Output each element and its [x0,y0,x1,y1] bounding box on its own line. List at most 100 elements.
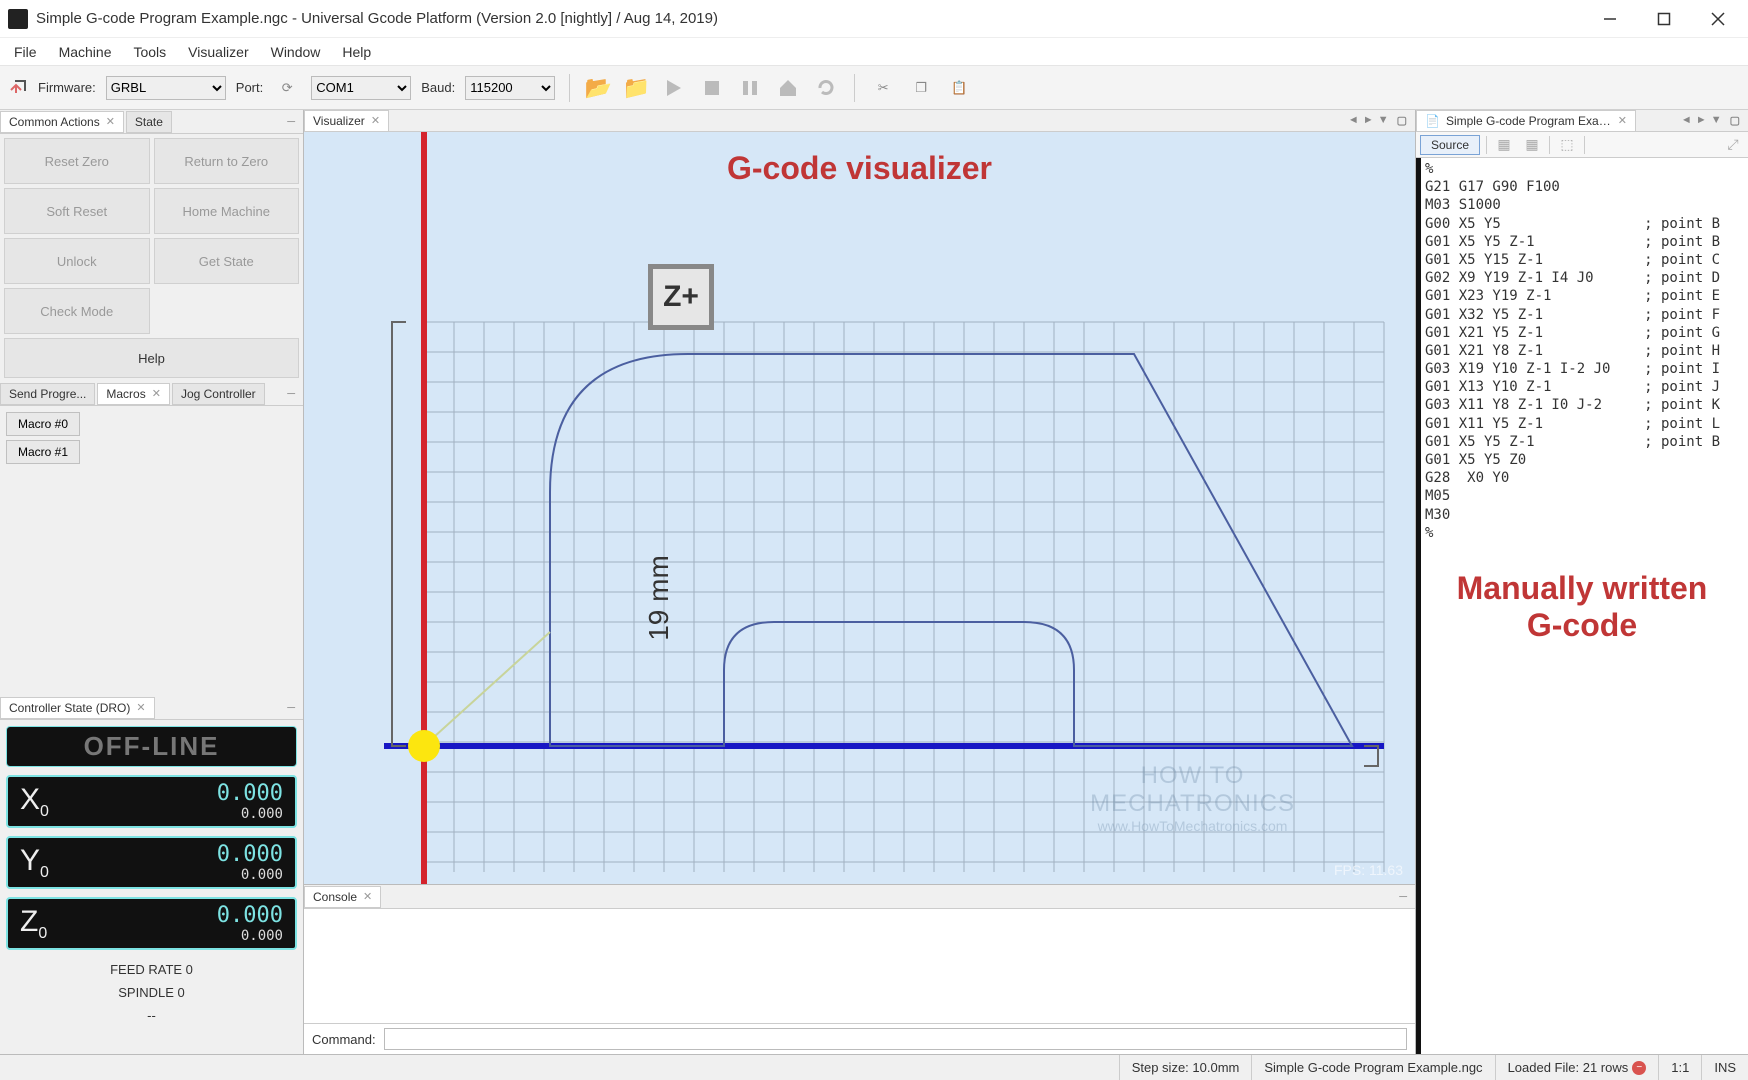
dro-y-work: 0.000 [217,842,283,867]
tab-send-progress[interactable]: Send Progre... [0,383,95,405]
tab-controller-state-dro[interactable]: Controller State (DRO)✕ [0,697,155,719]
watermark: HOW TOMECHATRONICS www.HowToMechatronics… [1090,762,1295,834]
left-dro-tabs: Controller State (DRO)✕ ─ [0,696,303,720]
source-annotation-2: G-code [1432,607,1732,644]
cut-icon[interactable]: ✂ [869,74,897,102]
panel-minimize[interactable]: ─ [283,388,299,400]
tab-source-file[interactable]: 📄 Simple G-code Program Example.ngc ✕ [1416,110,1636,132]
paste-icon[interactable]: 📋 [945,74,973,102]
file-icon: 📄 [1425,114,1440,128]
play-icon[interactable] [660,74,688,102]
menu-window[interactable]: Window [261,40,331,64]
firmware-label: Firmware: [38,80,96,95]
return-to-zero-button[interactable]: Return to Zero [154,138,300,184]
close-icon[interactable]: ✕ [1618,114,1627,127]
menu-machine[interactable]: Machine [49,40,122,64]
copy-icon[interactable]: ❐ [907,74,935,102]
status-ins: INS [1701,1055,1748,1080]
firmware-select[interactable]: GRBL [106,76,226,100]
source-tool-2-icon[interactable]: ▦ [1521,135,1543,155]
tab-dropdown-icon[interactable]: ▼ [1378,114,1389,127]
panel-maximize[interactable]: ▢ [1393,114,1411,127]
home-machine-button[interactable]: Home Machine [154,188,300,234]
dro-x-row[interactable]: X0 0.0000.000 [6,775,297,828]
macro-0-button[interactable]: Macro #0 [6,412,80,436]
panel-minimize[interactable]: ─ [1395,891,1411,903]
panel-minimize[interactable]: ─ [283,702,299,714]
tab-nav-left-icon[interactable]: ◄ [1681,114,1692,127]
source-annotation-1: Manually written [1432,570,1732,607]
close-icon[interactable]: ✕ [363,890,372,903]
help-button[interactable]: Help [4,338,299,378]
unlock-button[interactable]: Unlock [4,238,150,284]
menu-file[interactable]: File [4,40,47,64]
baud-select[interactable]: 115200 [465,76,555,100]
source-expand-icon[interactable]: ⤢ [1722,135,1744,155]
tab-nav-right-icon[interactable]: ► [1363,114,1374,127]
home-icon[interactable] [774,74,802,102]
dro-z-work: 0.000 [217,903,283,928]
window-title: Simple G-code Program Example.ngc - Univ… [36,10,1584,27]
panel-maximize[interactable]: ▢ [1726,114,1744,127]
statusbar: Step size: 10.0mm Simple G-code Program … [0,1054,1748,1080]
window-close[interactable] [1692,3,1744,35]
close-icon[interactable]: ✕ [106,115,115,128]
left-top-tabs: Common Actions✕ State ─ [0,110,303,134]
status-step-size: Step size: 10.0mm [1119,1055,1252,1080]
reset-zero-button[interactable]: Reset Zero [4,138,150,184]
tab-macros[interactable]: Macros✕ [97,383,170,405]
menu-visualizer[interactable]: Visualizer [178,40,258,64]
open-file-icon[interactable]: 📂 [584,74,612,102]
tab-nav-left-icon[interactable]: ◄ [1348,114,1359,127]
window-maximize[interactable] [1638,3,1690,35]
visualizer-canvas[interactable]: G-code visualizer Z+ 19 mm 32 mm 1 mm HO… [304,132,1415,884]
fps-counter: FPS: 11.63 [1334,862,1403,878]
tab-visualizer[interactable]: Visualizer✕ [304,110,389,132]
panel-minimize[interactable]: ─ [283,116,299,128]
tab-dropdown-icon[interactable]: ▼ [1711,114,1722,127]
stop-icon[interactable] [698,74,726,102]
soft-reset-button[interactable]: Soft Reset [4,188,150,234]
dro-status: OFF-LINE [6,726,297,767]
window-minimize[interactable] [1584,3,1636,35]
left-mid-tabs: Send Progre... Macros✕ Jog Controller ─ [0,382,303,406]
separator [854,74,855,102]
source-view-button[interactable]: Source [1420,135,1480,155]
tab-common-actions[interactable]: Common Actions✕ [0,111,124,133]
port-refresh-icon[interactable]: ⟳ [273,74,301,102]
z-axis-indicator: Z+ [648,264,714,330]
titlebar: Simple G-code Program Example.ngc - Univ… [0,0,1748,38]
port-label: Port: [236,80,263,95]
console-output [304,909,1415,1023]
close-icon[interactable]: ✕ [152,387,161,400]
get-state-button[interactable]: Get State [154,238,300,284]
connect-icon[interactable] [8,78,28,98]
separator [569,74,570,102]
dro-x-machine: 0.000 [217,806,283,822]
port-select[interactable]: COM1 [311,76,411,100]
close-icon[interactable]: ✕ [371,114,380,127]
app-icon [8,9,28,29]
source-tool-3-icon[interactable]: ⬚ [1556,135,1578,155]
reload-icon[interactable] [812,74,840,102]
check-mode-button[interactable]: Check Mode [4,288,150,334]
menu-tools[interactable]: Tools [123,40,176,64]
dimension-y: 19 mm [643,555,675,641]
close-icon[interactable]: ✕ [136,701,145,714]
pause-icon[interactable] [736,74,764,102]
menu-help[interactable]: Help [332,40,381,64]
tab-nav-right-icon[interactable]: ► [1696,114,1707,127]
source-tool-1-icon[interactable]: ▦ [1493,135,1515,155]
command-label: Command: [312,1032,376,1047]
dro-z-row[interactable]: Z0 0.0000.000 [6,897,297,950]
dro-x-work: 0.000 [217,781,283,806]
macro-1-button[interactable]: Macro #1 [6,440,80,464]
dro-y-row[interactable]: Y0 0.0000.000 [6,836,297,889]
save-file-icon[interactable]: 📁 [622,74,650,102]
menubar: File Machine Tools Visualizer Window Hel… [0,38,1748,66]
tab-state[interactable]: State [126,111,172,133]
command-input[interactable] [384,1028,1407,1050]
status-rows: Loaded File: 21 rows − [1495,1055,1659,1080]
tab-jog-controller[interactable]: Jog Controller [172,383,265,405]
tab-console[interactable]: Console✕ [304,886,381,908]
